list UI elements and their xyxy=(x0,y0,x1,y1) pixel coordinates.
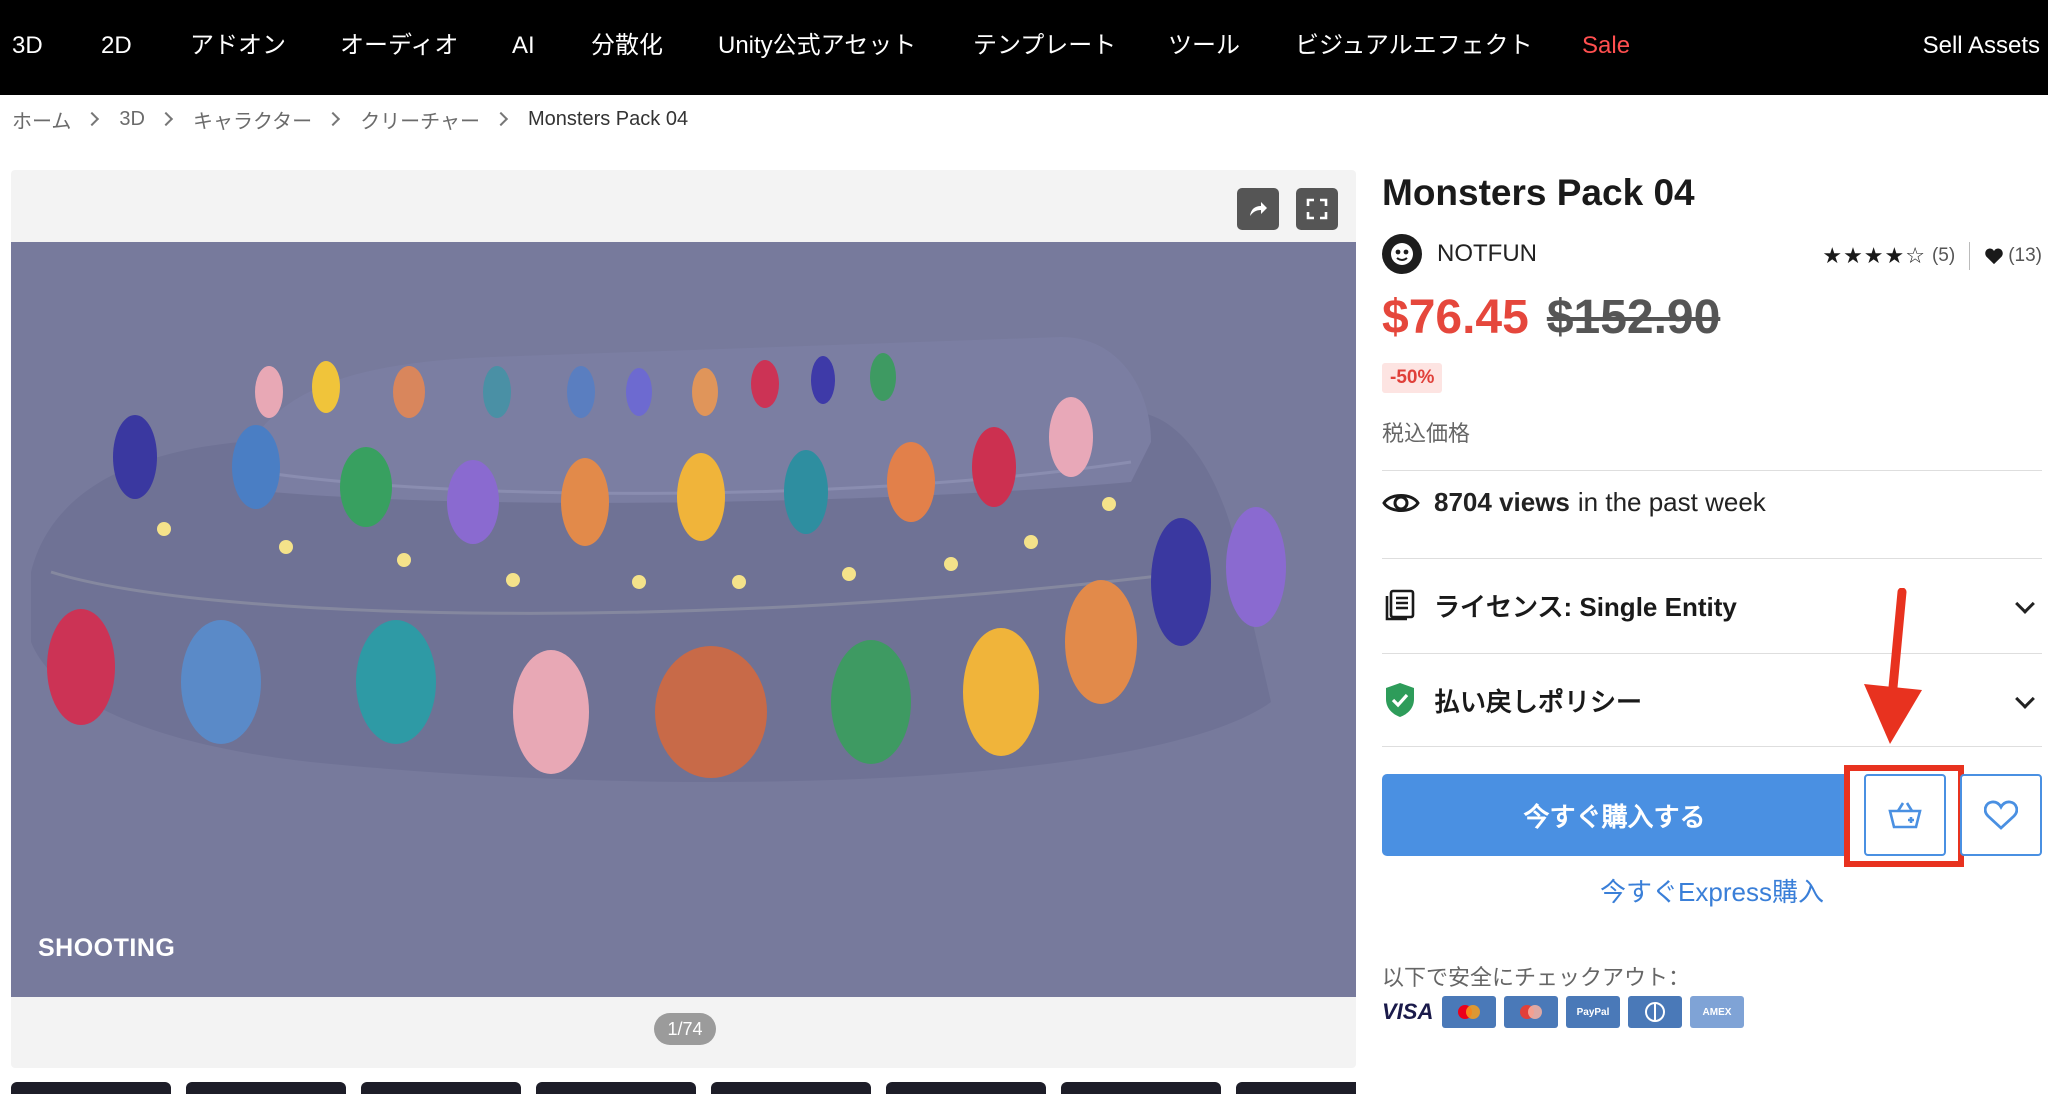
thumbnail[interactable] xyxy=(1236,1082,1356,1094)
product-main-image[interactable] xyxy=(11,242,1356,997)
divider xyxy=(1969,242,1971,270)
eye-icon xyxy=(1382,493,1420,512)
product-panel: Monsters Pack 04 NOTFUN ★★★★☆ (5) (13) $… xyxy=(1382,170,2042,1028)
chevron-right-icon xyxy=(493,111,509,127)
favorites-count[interactable]: (13) xyxy=(2008,245,2042,267)
wishlist-button[interactable] xyxy=(1960,774,2042,856)
seller-row: NOTFUN ★★★★☆ (5) (13) xyxy=(1382,232,2042,276)
seller-avatar[interactable] xyxy=(1382,234,1422,274)
nav-item-vfx[interactable]: ビジュアルエフェクト xyxy=(1295,30,1533,62)
visa-logo: VISA xyxy=(1382,999,1434,1024)
breadcrumb-home[interactable]: ホーム xyxy=(12,105,71,134)
thumbnail[interactable] xyxy=(186,1082,346,1094)
thumbnail-strip xyxy=(11,1078,1356,1094)
fullscreen-button[interactable] xyxy=(1296,188,1338,230)
rating-stars[interactable]: ★★★★☆ xyxy=(1822,244,1926,269)
price-row: $76.45 $152.90 xyxy=(1382,290,1720,345)
thumbnail[interactable] xyxy=(361,1082,521,1094)
heart-icon xyxy=(1985,248,2003,265)
nav-item-ai[interactable]: AI xyxy=(512,30,535,62)
nav-item-sale[interactable]: Sale xyxy=(1582,30,1630,62)
breadcrumb-characters[interactable]: キャラクター xyxy=(193,105,312,134)
nav-item-decentralized[interactable]: 分散化 xyxy=(591,30,663,62)
payment-methods: VISA PayPal AMEX xyxy=(1382,996,1744,1028)
shield-check-icon xyxy=(1382,682,1418,718)
seller-logo-icon xyxy=(1391,243,1413,265)
paypal-logo: PayPal xyxy=(1566,996,1620,1028)
tax-included-label: 税込価格 xyxy=(1382,421,1471,446)
refund-policy-accordion[interactable]: 払い戻しポリシー xyxy=(1382,670,2042,730)
chevron-down-icon[interactable] xyxy=(2015,594,2035,614)
maestro-logo xyxy=(1504,996,1558,1028)
document-icon xyxy=(1382,587,1418,623)
product-title: Monsters Pack 04 xyxy=(1382,172,1695,213)
sell-assets-link[interactable]: Sell Assets xyxy=(1923,30,2040,62)
thumbnail[interactable] xyxy=(711,1082,871,1094)
image-counter: 1/74 xyxy=(654,1013,716,1045)
seller-name[interactable]: NOTFUN xyxy=(1437,240,1537,268)
license-label[interactable]: ライセンス: Single Entity xyxy=(1434,587,1737,624)
amex-logo: AMEX xyxy=(1690,996,1744,1028)
fullscreen-icon xyxy=(1306,198,1328,220)
divider xyxy=(1382,558,2042,559)
refund-policy-label[interactable]: 払い戻しポリシー xyxy=(1434,682,1642,719)
breadcrumb-3d[interactable]: 3D xyxy=(119,108,145,131)
thumbnail[interactable] xyxy=(886,1082,1046,1094)
rating-count[interactable]: (5) xyxy=(1932,245,1955,267)
breadcrumb-creatures[interactable]: クリーチャー xyxy=(360,105,480,134)
share-button[interactable] xyxy=(1237,188,1279,230)
secure-checkout-label: 以下で安全にチェックアウト： xyxy=(1382,965,1691,990)
nav-item-addons[interactable]: アドオン xyxy=(190,30,286,62)
chevron-right-icon xyxy=(326,111,341,127)
share-icon xyxy=(1250,202,1267,216)
nav-item-audio[interactable]: オーディオ xyxy=(340,30,458,62)
nav-item-templates[interactable]: テンプレート xyxy=(973,30,1116,62)
highlight-annotation xyxy=(1844,765,1964,867)
image-caption: SHOOTING xyxy=(38,934,176,962)
chevron-down-icon[interactable] xyxy=(2015,689,2035,709)
divider xyxy=(1382,470,2042,471)
thumbnail[interactable] xyxy=(11,1082,171,1094)
views-count: 8704 views xyxy=(1434,487,1570,517)
nav-item-unity-official[interactable]: Unity公式アセット xyxy=(718,30,916,62)
breadcrumb-current: Monsters Pack 04 xyxy=(528,107,689,130)
nav-item-3d[interactable]: 3D xyxy=(12,30,43,62)
mastercard-logo xyxy=(1442,996,1496,1028)
divider xyxy=(1382,653,2042,654)
buy-now-button[interactable]: 今すぐ購入する xyxy=(1382,774,1847,856)
chevron-right-icon xyxy=(85,111,100,127)
discount-badge: -50% xyxy=(1382,363,1443,393)
rating-summary: ★★★★☆ (5) (13) xyxy=(1822,242,2042,270)
divider xyxy=(1382,746,2042,747)
thumbnail[interactable] xyxy=(1061,1082,1221,1094)
heart-icon xyxy=(1984,800,2018,830)
views-suffix: in the past week xyxy=(1577,487,1766,517)
breadcrumb: ホーム 3D キャラクター クリーチャー Monsters Pack 04 xyxy=(12,104,688,134)
views-row: 8704 views in the past week xyxy=(1382,487,1766,518)
image-gallery: SHOOTING 1/74 xyxy=(11,170,1356,1068)
express-buy-link[interactable]: 今すぐExpress購入 xyxy=(1382,872,2042,909)
diners-logo xyxy=(1628,996,1682,1028)
nav-item-tools[interactable]: ツール xyxy=(1168,30,1240,62)
thumbnail[interactable] xyxy=(536,1082,696,1094)
arrow-annotation-icon xyxy=(1864,588,1922,744)
sale-price: $76.45 xyxy=(1382,291,1529,344)
top-navigation: 3D 2D アドオン オーディオ AI 分散化 Unity公式アセット テンプレ… xyxy=(0,0,2048,95)
license-accordion[interactable]: ライセンス: Single Entity xyxy=(1382,575,2042,635)
original-price: $152.90 xyxy=(1546,291,1721,344)
chevron-right-icon xyxy=(158,111,174,127)
nav-item-2d[interactable]: 2D xyxy=(101,30,132,62)
